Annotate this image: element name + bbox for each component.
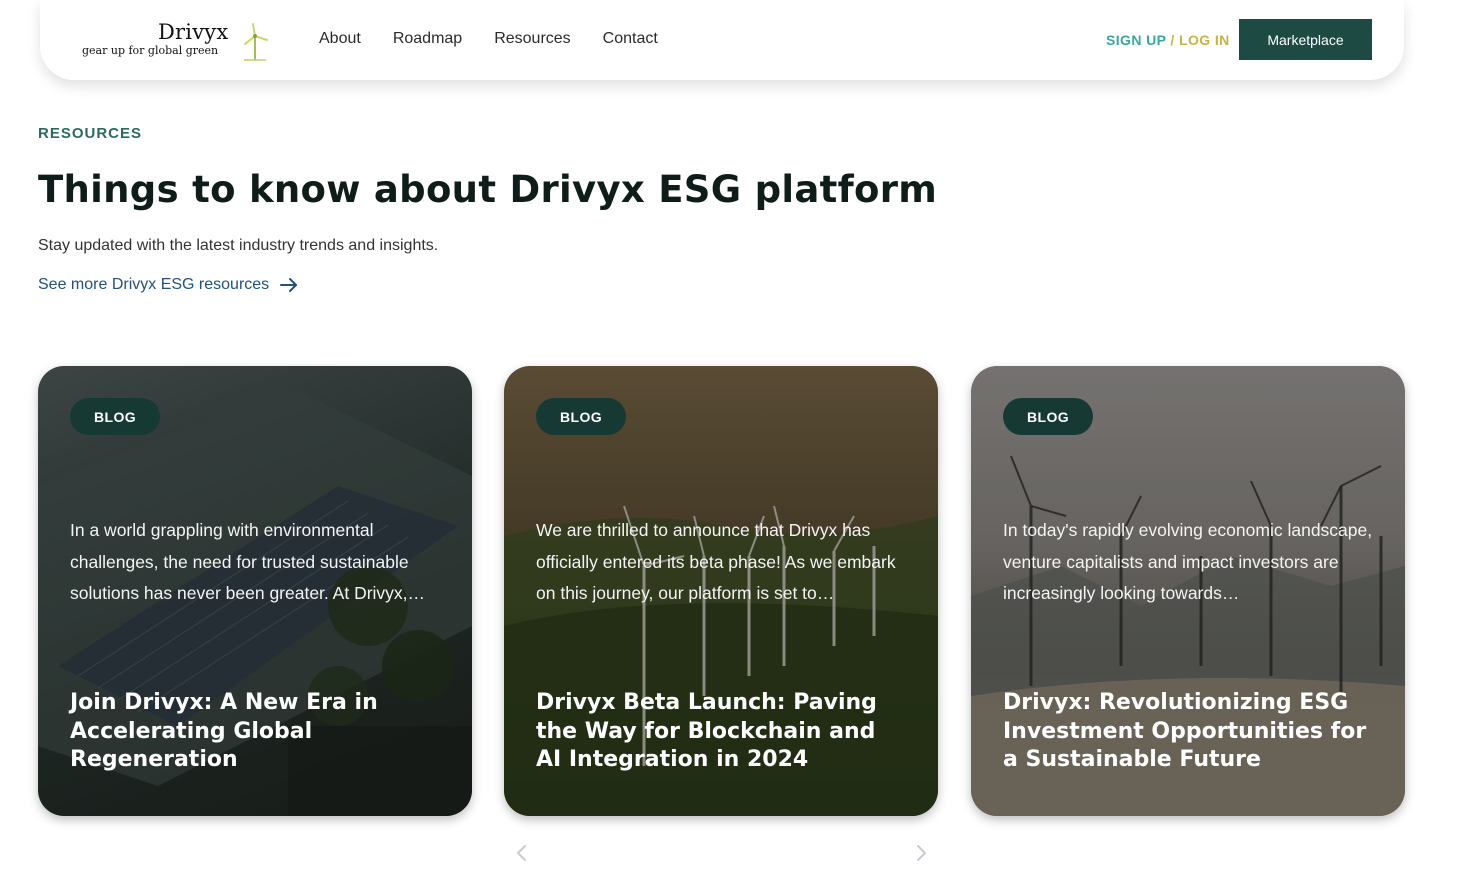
- resource-card-2[interactable]: BLOG We are thrilled to announce that Dr…: [504, 366, 938, 816]
- card-3-category-badge: BLOG: [1003, 398, 1094, 435]
- top-navbar: Drivyx gear up for global green About Ro…: [40, 0, 1404, 80]
- page-subtitle: Stay updated with the latest industry tr…: [38, 237, 439, 254]
- chevron-left-icon[interactable]: [512, 843, 532, 863]
- chevron-right-icon[interactable]: [911, 843, 931, 863]
- brand-name: Drivyx: [158, 20, 229, 44]
- login-link[interactable]: LOG IN: [1179, 32, 1230, 48]
- card-3-title[interactable]: Drivyx: Revolutionizing ESG Investment O…: [1003, 689, 1373, 775]
- arrow-right-icon: [280, 278, 298, 292]
- marketplace-button[interactable]: Marketplace: [1239, 19, 1372, 60]
- signup-link[interactable]: SIGN UP: [1106, 32, 1166, 48]
- see-more-resources-link[interactable]: See more Drivyx ESG resources: [38, 276, 299, 294]
- nav-link-resources[interactable]: Resources: [494, 30, 570, 48]
- brand-tagline: gear up for global green: [82, 44, 219, 57]
- section-eyebrow: RESOURCES: [38, 125, 143, 142]
- nav-link-about[interactable]: About: [319, 30, 361, 48]
- card-2-category-badge: BLOG: [536, 398, 627, 435]
- resource-card-1[interactable]: BLOG In a world grappling with environme…: [38, 366, 472, 816]
- auth-separator: /: [1166, 32, 1179, 48]
- auth-links: SIGN UP / LOG IN: [1106, 32, 1230, 48]
- see-more-label: See more Drivyx ESG resources: [38, 276, 270, 293]
- nav-link-contact[interactable]: Contact: [603, 30, 658, 48]
- wind-turbine-logo-icon: [244, 23, 268, 61]
- card-3-excerpt: In today's rapidly evolving economic lan…: [1003, 520, 1373, 603]
- nav-link-roadmap[interactable]: Roadmap: [393, 30, 462, 48]
- card-1-title[interactable]: Join Drivyx: A New Era in Accelerating G…: [70, 689, 440, 775]
- main-nav: About Roadmap Resources Contact: [319, 30, 658, 48]
- card-2-title[interactable]: Drivyx Beta Launch: Paving the Way for B…: [536, 689, 906, 775]
- card-1-category-badge: BLOG: [70, 398, 161, 435]
- page-title: Things to know about Drivyx ESG platform: [38, 168, 938, 211]
- card-2-excerpt: We are thrilled to announce that Drivyx …: [536, 520, 896, 603]
- resource-card-3[interactable]: BLOG In today's rapidly evolving economi…: [971, 366, 1405, 816]
- brand-logo[interactable]: Drivyx gear up for global green: [82, 18, 272, 66]
- card-1-excerpt: In a world grappling with environmental …: [70, 520, 426, 603]
